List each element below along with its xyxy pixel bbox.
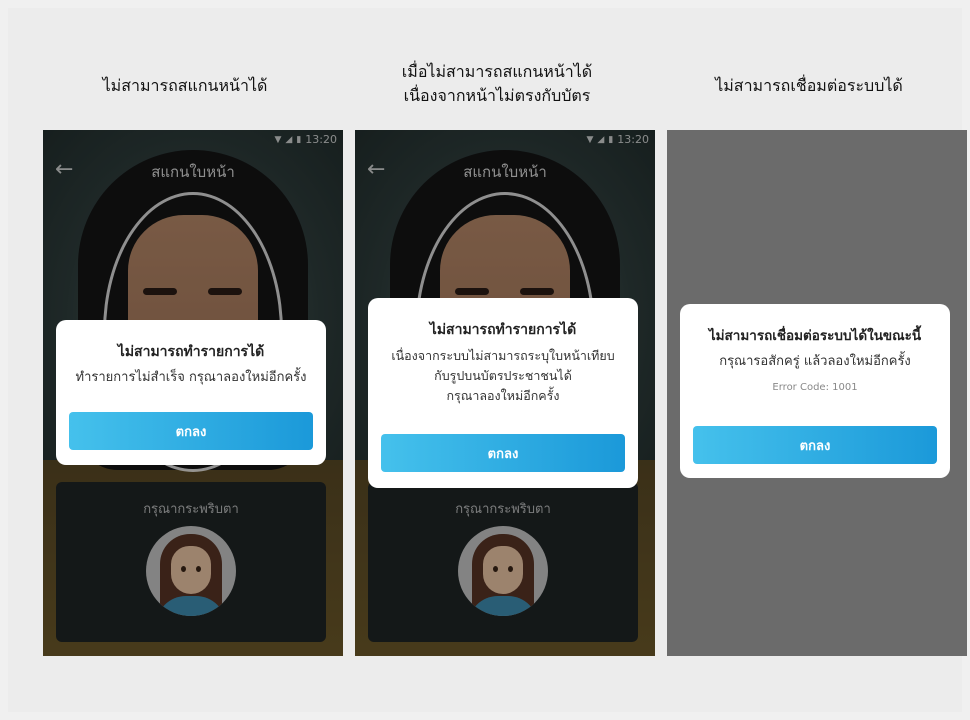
- ok-button[interactable]: ตกลง: [381, 434, 625, 472]
- error-dialog: ไม่สามารถทำรายการได้ ทำรายการไม่สำเร็จ ก…: [56, 320, 326, 465]
- phone-screen-1: ▼ ◢ ▮ 13:20 ← สแกนใบหน้า กรุณากระพริบตา …: [43, 130, 343, 656]
- error-dialog: ไม่สามารถเชื่อมต่อระบบได้ในขณะนี้ กรุณาร…: [680, 304, 950, 478]
- dialog-message: เนื่องจากระบบไม่สามารถระบุใบหน้าเทียบ กั…: [368, 346, 638, 406]
- error-code: Error Code: 1001: [772, 382, 858, 393]
- caption-screen-1: ไม่สามารถสแกนหน้าได้: [102, 76, 268, 95]
- dialog-title: ไม่สามารถเชื่อมต่อระบบได้ในขณะนี้: [708, 328, 922, 344]
- phone-screen-2: ▼ ◢ ▮ 13:20 ← สแกนใบหน้า กรุณากระพริบตา …: [355, 130, 655, 656]
- ok-button[interactable]: ตกลง: [69, 412, 313, 450]
- error-dialog: ไม่สามารถทำรายการได้ เนื่องจากระบบไม่สาม…: [368, 298, 638, 488]
- dialog-message-line: เนื่องจากระบบไม่สามารถระบุใบหน้าเทียบ: [391, 348, 615, 363]
- dialog-title: ไม่สามารถทำรายการได้: [429, 322, 577, 338]
- ok-button[interactable]: ตกลง: [693, 426, 937, 464]
- caption-line-2: เนื่องจากหน้าไม่ตรงกับบัตร: [403, 86, 591, 105]
- dialog-message-line: กับรูปบนบัตรประชาชนได้: [434, 368, 572, 383]
- dialog-message: กรุณารอสักครู่ แล้วลองใหม่อีกครั้ง: [719, 354, 911, 369]
- caption-screen-2: เมื่อไม่สามารถสแกนหน้าได้ เนื่องจากหน้าไ…: [347, 60, 647, 108]
- dialog-message: ทำรายการไม่สำเร็จ กรุณาลองใหม่อีกครั้ง: [75, 370, 307, 385]
- caption-screen-3: ไม่สามารถเชื่อมต่อระบบได้: [715, 76, 903, 95]
- phone-screen-3: ไม่สามารถเชื่อมต่อระบบได้ในขณะนี้ กรุณาร…: [667, 130, 967, 656]
- dialog-title: ไม่สามารถทำรายการได้: [117, 344, 265, 360]
- dialog-message-line: กรุณาลองใหม่อีกครั้ง: [446, 388, 560, 403]
- showcase-card: ไม่สามารถสแกนหน้าได้ เมื่อไม่สามารถสแกนห…: [8, 8, 967, 712]
- caption-line-1: เมื่อไม่สามารถสแกนหน้าได้: [401, 62, 593, 81]
